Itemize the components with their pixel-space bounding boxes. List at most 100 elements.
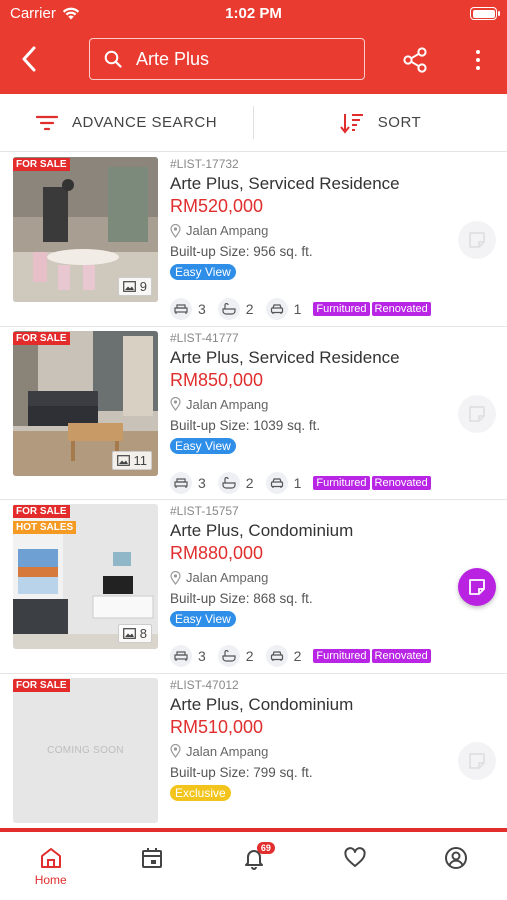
more-options-button[interactable]: [468, 46, 488, 74]
back-button[interactable]: [14, 44, 44, 74]
photo-count: 8: [117, 624, 152, 643]
easy-view-tag: Easy View: [170, 437, 236, 454]
location-text: Jalan Ampang: [186, 223, 269, 238]
photo-count-value: 11: [133, 452, 148, 468]
location-pin-icon: [170, 397, 181, 411]
listing-info: #LIST-15757 Arte Plus, Condominium RM880…: [170, 504, 447, 628]
listing-price: RM880,000: [170, 543, 264, 563]
filter-bar: ADVANCE SEARCH SORT: [0, 94, 507, 152]
bath-icon: [222, 303, 236, 315]
share-button[interactable]: [402, 46, 430, 74]
listing-location: Jalan Ampang: [170, 397, 447, 412]
listing-photo[interactable]: FOR SALE HOT SALES 8: [13, 504, 158, 649]
note-icon: [469, 232, 485, 248]
search-query[interactable]: Arte Plus: [136, 49, 209, 70]
image-icon: [122, 628, 136, 639]
car-icon: [270, 304, 283, 314]
battery-icon: [470, 7, 500, 20]
dot: [476, 66, 480, 70]
note-button[interactable]: [458, 741, 496, 780]
listing-id: #LIST-47012: [170, 677, 239, 692]
listing-title[interactable]: Arte Plus, Condominium: [170, 695, 447, 715]
sort-icon: [340, 113, 363, 134]
photo-count-value: 8: [139, 626, 147, 641]
listing-card[interactable]: FOR SALE 11 #LIST-41777 Arte Plus, Servi…: [0, 327, 507, 500]
parking: 1: [265, 471, 301, 494]
listing-info: #LIST-47012 Arte Plus, Condominium RM510…: [170, 678, 447, 802]
dot: [476, 50, 480, 54]
listing-photo[interactable]: FOR SALE 11: [13, 330, 158, 476]
easy-view-tag: Easy View: [170, 611, 236, 627]
listing-title[interactable]: Arte Plus, Condominium: [170, 521, 447, 541]
location-pin-icon: [170, 570, 181, 585]
note-icon: [469, 579, 485, 595]
listing-card[interactable]: FOR SALE HOT SALES 8 #LIST-15757 Arte Pl…: [0, 500, 507, 674]
location-text: Jalan Ampang: [186, 743, 269, 759]
nav-favorites[interactable]: [304, 832, 405, 900]
bed-icon: [174, 304, 188, 314]
status-bar: Carrier 1:02 PM: [0, 0, 507, 28]
coming-soon-placeholder: COMING SOON: [13, 677, 158, 823]
listing-title[interactable]: Arte Plus, Serviced Residence: [170, 348, 447, 368]
sort-button[interactable]: SORT: [254, 94, 507, 151]
exclusive-tag: Exclusive: [170, 784, 231, 801]
furnitured-chip: Furnitured: [313, 302, 370, 316]
share-icon: [403, 47, 427, 73]
location-text: Jalan Ampang: [186, 570, 269, 585]
location-pin-icon: [170, 744, 181, 758]
listing-location: Jalan Ampang: [170, 223, 447, 238]
listing-features: 3 2 1 Furnitured Renovated: [170, 298, 431, 320]
listing-id: #LIST-17732: [170, 157, 239, 171]
built-up-size: Built-up Size: 799 sq. ft.: [170, 764, 313, 780]
for-sale-badge: FOR SALE: [13, 158, 70, 171]
nav-profile[interactable]: [406, 832, 507, 900]
listing-id: #LIST-15757: [170, 504, 239, 518]
nav-notifications[interactable]: 69: [203, 832, 304, 900]
advance-search-button[interactable]: ADVANCE SEARCH: [0, 94, 253, 151]
sort-label: SORT: [377, 114, 422, 131]
note-button[interactable]: [458, 221, 496, 259]
renovated-chip: Renovated: [371, 302, 431, 316]
bathroom-count: 2: [245, 474, 254, 491]
heart-icon: [344, 847, 366, 867]
bath-icon: [222, 476, 236, 489]
furnitured-chip: Furnitured: [313, 649, 370, 663]
bathrooms: 2: [217, 298, 254, 320]
app-header: Carrier 1:02 PM Arte Plus: [0, 0, 507, 94]
image-icon: [122, 281, 136, 292]
car-icon: [270, 651, 283, 661]
listing-photo[interactable]: COMING SOON FOR SALE: [13, 677, 158, 823]
note-button[interactable]: [458, 568, 496, 606]
chevron-left-icon: [22, 46, 36, 72]
listing-photo[interactable]: FOR SALE 9: [13, 157, 158, 302]
bathrooms: 2: [217, 645, 254, 667]
bed-icon: [174, 651, 188, 661]
bathroom-count: 2: [245, 301, 254, 317]
search-icon: [104, 50, 122, 68]
note-button[interactable]: [458, 394, 496, 433]
bedrooms: 3: [170, 298, 206, 320]
nav-home[interactable]: Home: [0, 832, 101, 900]
listing-card[interactable]: FOR SALE 9 #LIST-17732 Arte Plus, Servic…: [0, 153, 507, 327]
profile-icon: [445, 847, 468, 869]
bed-icon: [174, 477, 188, 488]
listing-title[interactable]: Arte Plus, Serviced Residence: [170, 174, 447, 194]
location-text: Jalan Ampang: [186, 396, 269, 412]
for-sale-badge: FOR SALE: [13, 678, 70, 692]
listing-location: Jalan Ampang: [170, 744, 447, 759]
listing-list: FOR SALE 9 #LIST-17732 Arte Plus, Servic…: [0, 153, 507, 828]
for-sale-badge: FOR SALE: [13, 331, 70, 345]
nav-home-label: Home: [34, 873, 67, 887]
photo-count: 11: [111, 450, 152, 470]
photo-count: 9: [117, 277, 152, 296]
listing-features: 3 2 1 Furnitured Renovated: [170, 471, 431, 494]
search-input[interactable]: Arte Plus: [89, 38, 365, 80]
bedroom-count: 3: [198, 301, 206, 317]
listing-card[interactable]: COMING SOON FOR SALE #LIST-47012 Arte Pl…: [0, 674, 507, 829]
nav-calendar[interactable]: [101, 832, 202, 900]
parking-count: 2: [293, 648, 302, 664]
listing-info: #LIST-41777 Arte Plus, Serviced Residenc…: [170, 331, 447, 455]
parking: 2: [265, 645, 302, 667]
bedrooms: 3: [170, 645, 206, 667]
image-icon: [116, 454, 130, 466]
